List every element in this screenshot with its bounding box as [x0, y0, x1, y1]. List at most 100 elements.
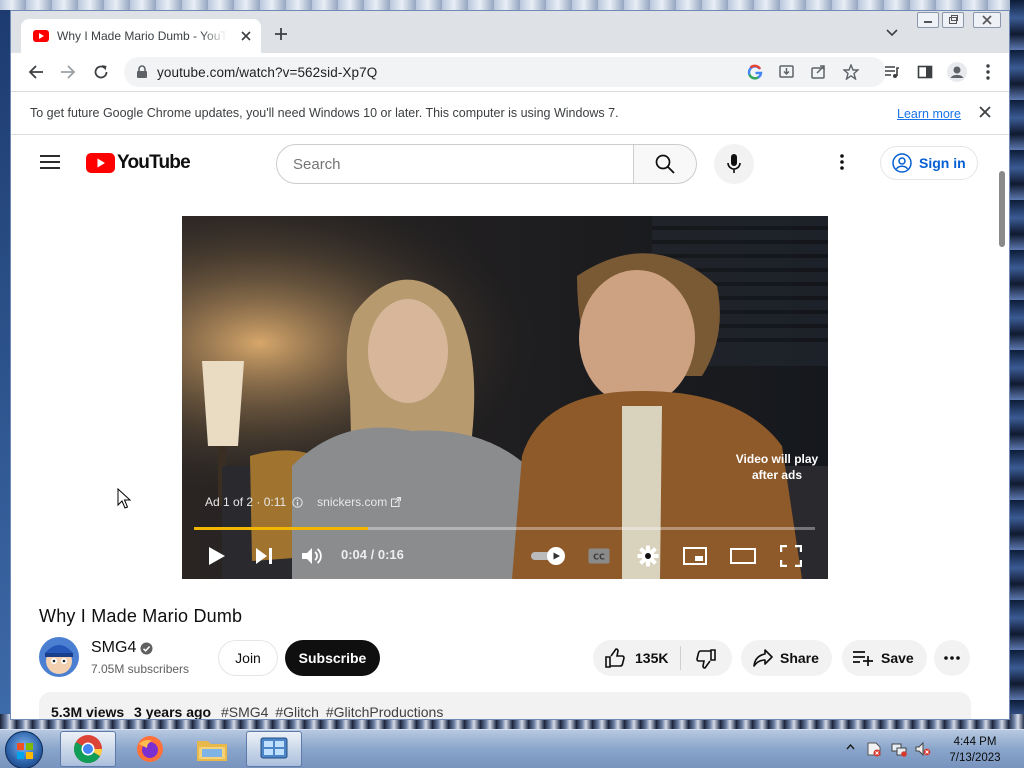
video-will-play-note: Video will play after ads — [735, 452, 819, 482]
video-player[interactable]: Ad 1 of 2 · 0:11 snickers.com Video will… — [182, 216, 828, 579]
like-button[interactable] — [605, 648, 625, 668]
arrow-right-icon — [61, 65, 76, 79]
dislike-button[interactable] — [696, 649, 716, 669]
play-button[interactable] — [208, 546, 226, 566]
theater-mode-button[interactable] — [730, 548, 756, 564]
url-text: youtube.com/watch?v=562sid-Xp7Q — [157, 65, 378, 80]
new-tab-button[interactable] — [274, 27, 288, 41]
share-button[interactable]: Share — [741, 640, 832, 676]
address-bar[interactable]: youtube.com/watch?v=562sid-Xp7Q — [124, 57, 886, 87]
hashtag-link[interactable]: #GlitchProductions — [326, 704, 444, 719]
gear-icon — [637, 545, 659, 567]
fullscreen-button[interactable] — [780, 545, 802, 567]
tab-search-button[interactable] — [886, 29, 898, 37]
like-count[interactable]: 135K — [635, 650, 668, 666]
google-translate-icon[interactable] — [747, 64, 763, 80]
volume-button[interactable] — [301, 546, 323, 566]
verified-badge-icon — [140, 642, 153, 655]
share-arrow-icon — [753, 649, 773, 667]
chevron-down-icon — [886, 29, 898, 37]
minimize-button[interactable] — [917, 12, 939, 28]
close-icon — [982, 15, 992, 25]
view-count: 5.3M views — [51, 704, 125, 720]
clock-time: 4:44 PM — [953, 736, 997, 748]
forward-button[interactable] — [60, 64, 76, 80]
like-dislike-group: 135K — [593, 640, 732, 676]
learn-more-link[interactable]: Learn more — [897, 107, 961, 121]
share-icon[interactable] — [811, 64, 827, 80]
back-button[interactable] — [28, 64, 44, 80]
kebab-menu-icon — [986, 64, 990, 80]
description-box[interactable]: 5.3M views 3 years ago #SMG4 #Glitch #Gl… — [39, 692, 971, 720]
save-button[interactable]: Save — [842, 640, 927, 676]
subscribe-button[interactable]: Subscribe — [285, 640, 380, 676]
network-icon[interactable] — [891, 741, 907, 757]
info-icon[interactable] — [292, 496, 303, 508]
side-panel-button[interactable] — [917, 64, 933, 80]
reload-button[interactable] — [93, 64, 109, 80]
page-scrollbar[interactable] — [999, 171, 1005, 247]
settings-button[interactable] — [637, 545, 659, 567]
search-button[interactable] — [634, 144, 697, 184]
subscriber-count: 7.05M subscribers — [91, 662, 190, 676]
chrome-icon — [73, 735, 102, 764]
reload-icon — [94, 65, 108, 79]
restore-button[interactable] — [942, 12, 964, 28]
channel-name[interactable]: SMG4 — [91, 639, 136, 657]
search-icon — [655, 154, 675, 174]
hashtag-link[interactable]: #SMG4 — [221, 704, 268, 719]
channel-avatar[interactable] — [39, 637, 79, 677]
svg-text:CC: CC — [593, 553, 605, 562]
control-panel-icon — [260, 737, 288, 759]
settings-menu-button[interactable] — [840, 154, 844, 170]
chrome-menu-button[interactable] — [986, 64, 990, 80]
close-window-button[interactable] — [973, 12, 1001, 28]
next-button[interactable] — [255, 547, 273, 565]
infobar-close-button[interactable] — [979, 106, 991, 118]
windows-taskbar: 4:44 PM 7/13/2023 — [0, 729, 1024, 768]
save-label: Save — [881, 650, 914, 666]
progress-bar[interactable] — [194, 527, 815, 530]
skip-next-icon — [256, 548, 272, 564]
taskbar-chrome[interactable] — [60, 731, 116, 767]
taskbar-firefox[interactable] — [122, 731, 178, 767]
ad-domain-link[interactable]: snickers.com — [317, 495, 387, 509]
system-clock[interactable]: 4:44 PM 7/13/2023 — [936, 734, 1014, 766]
guide-menu-button[interactable] — [40, 154, 60, 170]
like-divider — [680, 646, 681, 670]
volume-muted-icon[interactable] — [915, 741, 931, 757]
sign-in-button[interactable]: Sign in — [880, 146, 978, 180]
search-placeholder: Search — [293, 156, 341, 173]
close-icon — [979, 106, 991, 118]
lock-icon[interactable] — [136, 65, 148, 79]
arrow-left-icon — [28, 65, 43, 79]
tab-youtube[interactable]: Why I Made Mario Dumb - YouTube — [21, 19, 261, 53]
media-controls-button[interactable] — [884, 64, 900, 80]
bookmark-star-icon[interactable] — [843, 64, 859, 80]
install-app-icon[interactable] — [779, 64, 795, 80]
action-center-icon[interactable] — [866, 741, 882, 757]
miniplayer-button[interactable] — [683, 547, 707, 565]
tab-close-button[interactable] — [241, 31, 251, 41]
profile-button[interactable] — [947, 62, 967, 82]
search-input[interactable]: Search — [276, 144, 634, 184]
youtube-logo[interactable]: YouTube — [86, 152, 191, 174]
progress-fill — [194, 527, 368, 530]
close-icon — [241, 31, 251, 41]
taskbar-explorer[interactable] — [184, 731, 240, 767]
clock-date: 7/13/2023 — [949, 752, 1001, 764]
subtitles-button[interactable]: CC — [588, 548, 610, 564]
chevron-up-icon — [846, 744, 855, 750]
taskbar-control-panel[interactable] — [246, 731, 302, 767]
voice-search-button[interactable] — [714, 144, 754, 184]
join-button[interactable]: Join — [218, 640, 278, 676]
show-hidden-icons-button[interactable] — [846, 744, 855, 750]
start-button[interactable] — [5, 731, 43, 768]
media-queue-icon — [885, 66, 899, 78]
closed-captions-icon: CC — [588, 548, 610, 564]
tab-title: Why I Made Mario Dumb - YouTube — [57, 29, 227, 43]
folder-icon — [197, 741, 227, 761]
more-actions-button[interactable] — [934, 640, 970, 676]
hashtag-link[interactable]: #Glitch — [275, 704, 319, 719]
autoplay-toggle[interactable] — [530, 546, 566, 566]
